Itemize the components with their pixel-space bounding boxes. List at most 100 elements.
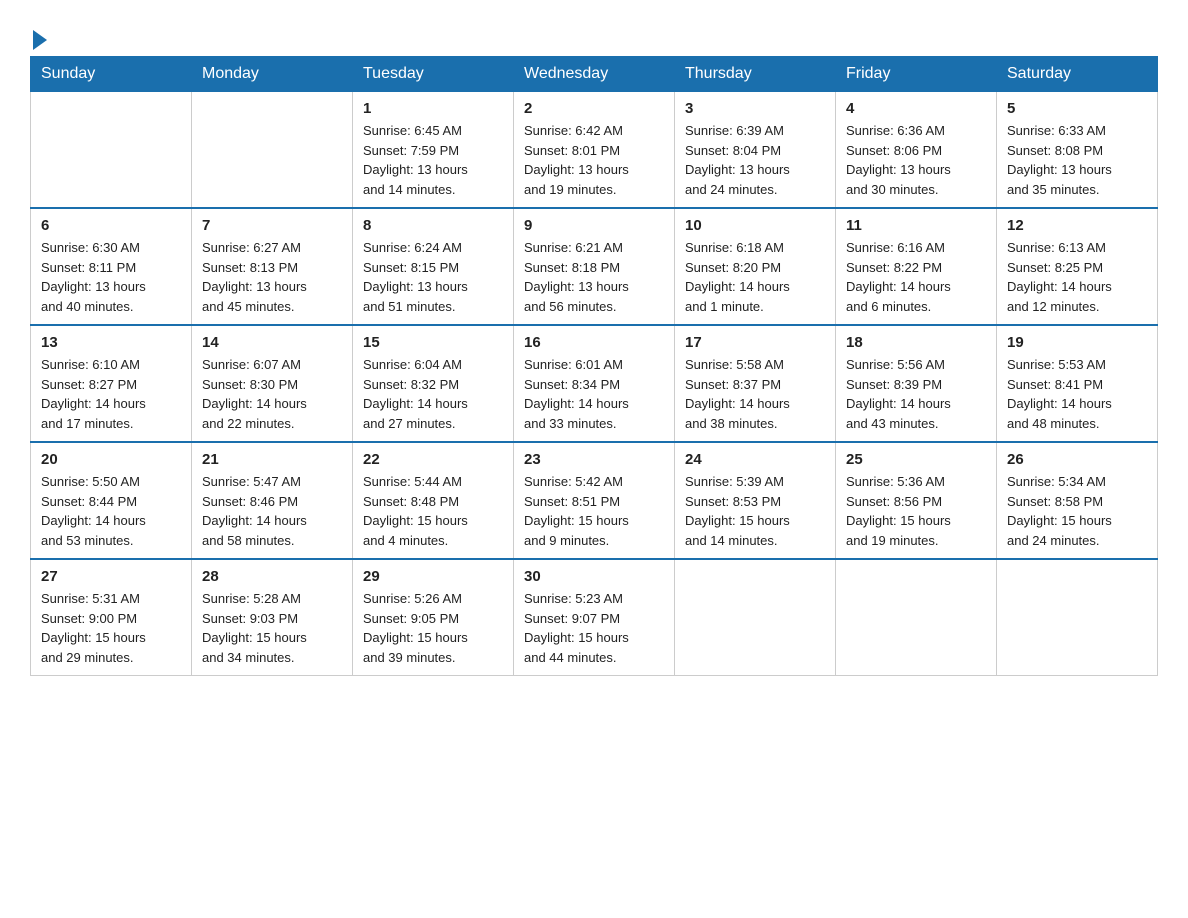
calendar-cell bbox=[31, 92, 192, 209]
calendar-cell: 6 Sunrise: 6:30 AM Sunset: 8:11 PM Daylig… bbox=[31, 208, 192, 325]
day-number: 5 bbox=[1007, 100, 1147, 117]
calendar-cell: 3Sunrise: 6:39 AM Sunset: 8:04 PM Daylig… bbox=[675, 92, 836, 209]
calendar-week-4: 20 Sunrise: 5:50 AM Sunset: 8:44 PM Dayli… bbox=[31, 442, 1158, 559]
calendar-table: SundayMondayTuesdayWednesdayThursdayFrid… bbox=[30, 56, 1158, 676]
calendar-cell bbox=[836, 559, 997, 676]
calendar-week-2: 6 Sunrise: 6:30 AM Sunset: 8:11 PM Daylig… bbox=[31, 208, 1158, 325]
column-header-saturday: Saturday bbox=[997, 57, 1158, 92]
calendar-cell: 16Sunrise: 6:01 AM Sunset: 8:34 PM Dayli… bbox=[514, 325, 675, 442]
day-number: 9 bbox=[524, 217, 664, 234]
page-header bbox=[30, 20, 1158, 46]
calendar-cell: 13 Sunrise: 6:10 AM Sunset: 8:27 PM Dayli… bbox=[31, 325, 192, 442]
day-detail: Sunrise: 6:21 AM Sunset: 8:18 PM Dayligh… bbox=[524, 238, 664, 316]
column-header-thursday: Thursday bbox=[675, 57, 836, 92]
day-detail: Sunrise: 5:50 AM Sunset: 8:44 PM Dayligh… bbox=[41, 472, 181, 550]
day-number: 23 bbox=[524, 451, 664, 468]
day-detail: Sunrise: 5:36 AM Sunset: 8:56 PM Dayligh… bbox=[846, 472, 986, 550]
logo-arrow-icon bbox=[33, 30, 47, 50]
day-detail: Sunrise: 5:39 AM Sunset: 8:53 PM Dayligh… bbox=[685, 472, 825, 550]
column-header-sunday: Sunday bbox=[31, 57, 192, 92]
day-detail: Sunrise: 6:24 AM Sunset: 8:15 PM Dayligh… bbox=[363, 238, 503, 316]
calendar-week-5: 27 Sunrise: 5:31 AM Sunset: 9:00 PM Dayli… bbox=[31, 559, 1158, 676]
day-detail: Sunrise: 5:44 AM Sunset: 8:48 PM Dayligh… bbox=[363, 472, 503, 550]
calendar-cell: 14Sunrise: 6:07 AM Sunset: 8:30 PM Dayli… bbox=[192, 325, 353, 442]
day-number: 13 bbox=[41, 334, 181, 351]
day-detail: Sunrise: 6:36 AM Sunset: 8:06 PM Dayligh… bbox=[846, 121, 986, 199]
day-number: 20 bbox=[41, 451, 181, 468]
day-detail: Sunrise: 5:42 AM Sunset: 8:51 PM Dayligh… bbox=[524, 472, 664, 550]
calendar-cell: 22 Sunrise: 5:44 AM Sunset: 8:48 PM Dayli… bbox=[353, 442, 514, 559]
calendar-cell: 23 Sunrise: 5:42 AM Sunset: 8:51 PM Dayli… bbox=[514, 442, 675, 559]
day-number: 27 bbox=[41, 568, 181, 585]
day-detail: Sunrise: 5:58 AM Sunset: 8:37 PM Dayligh… bbox=[685, 355, 825, 433]
calendar-cell: 12 Sunrise: 6:13 AM Sunset: 8:25 PM Dayli… bbox=[997, 208, 1158, 325]
calendar-cell: 2 Sunrise: 6:42 AM Sunset: 8:01 PM Daylig… bbox=[514, 92, 675, 209]
day-number: 30 bbox=[524, 568, 664, 585]
calendar-cell: 21 Sunrise: 5:47 AM Sunset: 8:46 PM Dayli… bbox=[192, 442, 353, 559]
day-number: 22 bbox=[363, 451, 503, 468]
column-header-monday: Monday bbox=[192, 57, 353, 92]
calendar-cell: 26Sunrise: 5:34 AM Sunset: 8:58 PM Dayli… bbox=[997, 442, 1158, 559]
calendar-cell: 28Sunrise: 5:28 AM Sunset: 9:03 PM Dayli… bbox=[192, 559, 353, 676]
day-number: 6 bbox=[41, 217, 181, 234]
calendar-cell: 27 Sunrise: 5:31 AM Sunset: 9:00 PM Dayli… bbox=[31, 559, 192, 676]
day-detail: Sunrise: 5:56 AM Sunset: 8:39 PM Dayligh… bbox=[846, 355, 986, 433]
day-detail: Sunrise: 6:18 AM Sunset: 8:20 PM Dayligh… bbox=[685, 238, 825, 316]
calendar-cell: 20 Sunrise: 5:50 AM Sunset: 8:44 PM Dayli… bbox=[31, 442, 192, 559]
calendar-cell: 4 Sunrise: 6:36 AM Sunset: 8:06 PM Daylig… bbox=[836, 92, 997, 209]
day-detail: Sunrise: 6:10 AM Sunset: 8:27 PM Dayligh… bbox=[41, 355, 181, 433]
day-detail: Sunrise: 5:23 AM Sunset: 9:07 PM Dayligh… bbox=[524, 589, 664, 667]
day-number: 1 bbox=[363, 100, 503, 117]
day-number: 15 bbox=[363, 334, 503, 351]
day-number: 24 bbox=[685, 451, 825, 468]
calendar-cell bbox=[192, 92, 353, 209]
day-number: 21 bbox=[202, 451, 342, 468]
calendar-cell: 5 Sunrise: 6:33 AM Sunset: 8:08 PM Daylig… bbox=[997, 92, 1158, 209]
day-number: 14 bbox=[202, 334, 342, 351]
day-detail: Sunrise: 5:26 AM Sunset: 9:05 PM Dayligh… bbox=[363, 589, 503, 667]
column-header-tuesday: Tuesday bbox=[353, 57, 514, 92]
day-number: 8 bbox=[363, 217, 503, 234]
day-detail: Sunrise: 5:47 AM Sunset: 8:46 PM Dayligh… bbox=[202, 472, 342, 550]
day-detail: Sunrise: 6:27 AM Sunset: 8:13 PM Dayligh… bbox=[202, 238, 342, 316]
day-number: 29 bbox=[363, 568, 503, 585]
day-number: 4 bbox=[846, 100, 986, 117]
calendar-cell: 29 Sunrise: 5:26 AM Sunset: 9:05 PM Dayli… bbox=[353, 559, 514, 676]
day-detail: Sunrise: 6:30 AM Sunset: 8:11 PM Dayligh… bbox=[41, 238, 181, 316]
calendar-cell: 11 Sunrise: 6:16 AM Sunset: 8:22 PM Dayli… bbox=[836, 208, 997, 325]
day-number: 12 bbox=[1007, 217, 1147, 234]
day-number: 25 bbox=[846, 451, 986, 468]
day-detail: Sunrise: 5:31 AM Sunset: 9:00 PM Dayligh… bbox=[41, 589, 181, 667]
logo bbox=[30, 28, 47, 46]
day-number: 7 bbox=[202, 217, 342, 234]
day-number: 11 bbox=[846, 217, 986, 234]
day-number: 18 bbox=[846, 334, 986, 351]
calendar-cell: 18 Sunrise: 5:56 AM Sunset: 8:39 PM Dayli… bbox=[836, 325, 997, 442]
calendar-cell: 7 Sunrise: 6:27 AM Sunset: 8:13 PM Daylig… bbox=[192, 208, 353, 325]
column-header-friday: Friday bbox=[836, 57, 997, 92]
calendar-week-3: 13 Sunrise: 6:10 AM Sunset: 8:27 PM Dayli… bbox=[31, 325, 1158, 442]
calendar-cell bbox=[675, 559, 836, 676]
day-detail: Sunrise: 6:13 AM Sunset: 8:25 PM Dayligh… bbox=[1007, 238, 1147, 316]
calendar-cell: 19 Sunrise: 5:53 AM Sunset: 8:41 PM Dayli… bbox=[997, 325, 1158, 442]
day-detail: Sunrise: 6:45 AM Sunset: 7:59 PM Dayligh… bbox=[363, 121, 503, 199]
calendar-cell: 24 Sunrise: 5:39 AM Sunset: 8:53 PM Dayli… bbox=[675, 442, 836, 559]
day-detail: Sunrise: 6:04 AM Sunset: 8:32 PM Dayligh… bbox=[363, 355, 503, 433]
calendar-cell: 30 Sunrise: 5:23 AM Sunset: 9:07 PM Dayli… bbox=[514, 559, 675, 676]
day-detail: Sunrise: 6:42 AM Sunset: 8:01 PM Dayligh… bbox=[524, 121, 664, 199]
calendar-cell: 9 Sunrise: 6:21 AM Sunset: 8:18 PM Daylig… bbox=[514, 208, 675, 325]
calendar-cell: 15 Sunrise: 6:04 AM Sunset: 8:32 PM Dayli… bbox=[353, 325, 514, 442]
calendar-cell: 10 Sunrise: 6:18 AM Sunset: 8:20 PM Dayli… bbox=[675, 208, 836, 325]
day-number: 17 bbox=[685, 334, 825, 351]
day-detail: Sunrise: 6:33 AM Sunset: 8:08 PM Dayligh… bbox=[1007, 121, 1147, 199]
day-detail: Sunrise: 5:28 AM Sunset: 9:03 PM Dayligh… bbox=[202, 589, 342, 667]
day-number: 10 bbox=[685, 217, 825, 234]
day-detail: Sunrise: 5:53 AM Sunset: 8:41 PM Dayligh… bbox=[1007, 355, 1147, 433]
day-number: 2 bbox=[524, 100, 664, 117]
day-number: 3 bbox=[685, 100, 825, 117]
column-header-wednesday: Wednesday bbox=[514, 57, 675, 92]
day-number: 19 bbox=[1007, 334, 1147, 351]
day-detail: Sunrise: 6:16 AM Sunset: 8:22 PM Dayligh… bbox=[846, 238, 986, 316]
calendar-cell: 25 Sunrise: 5:36 AM Sunset: 8:56 PM Dayli… bbox=[836, 442, 997, 559]
calendar-cell: 1 Sunrise: 6:45 AM Sunset: 7:59 PM Daylig… bbox=[353, 92, 514, 209]
